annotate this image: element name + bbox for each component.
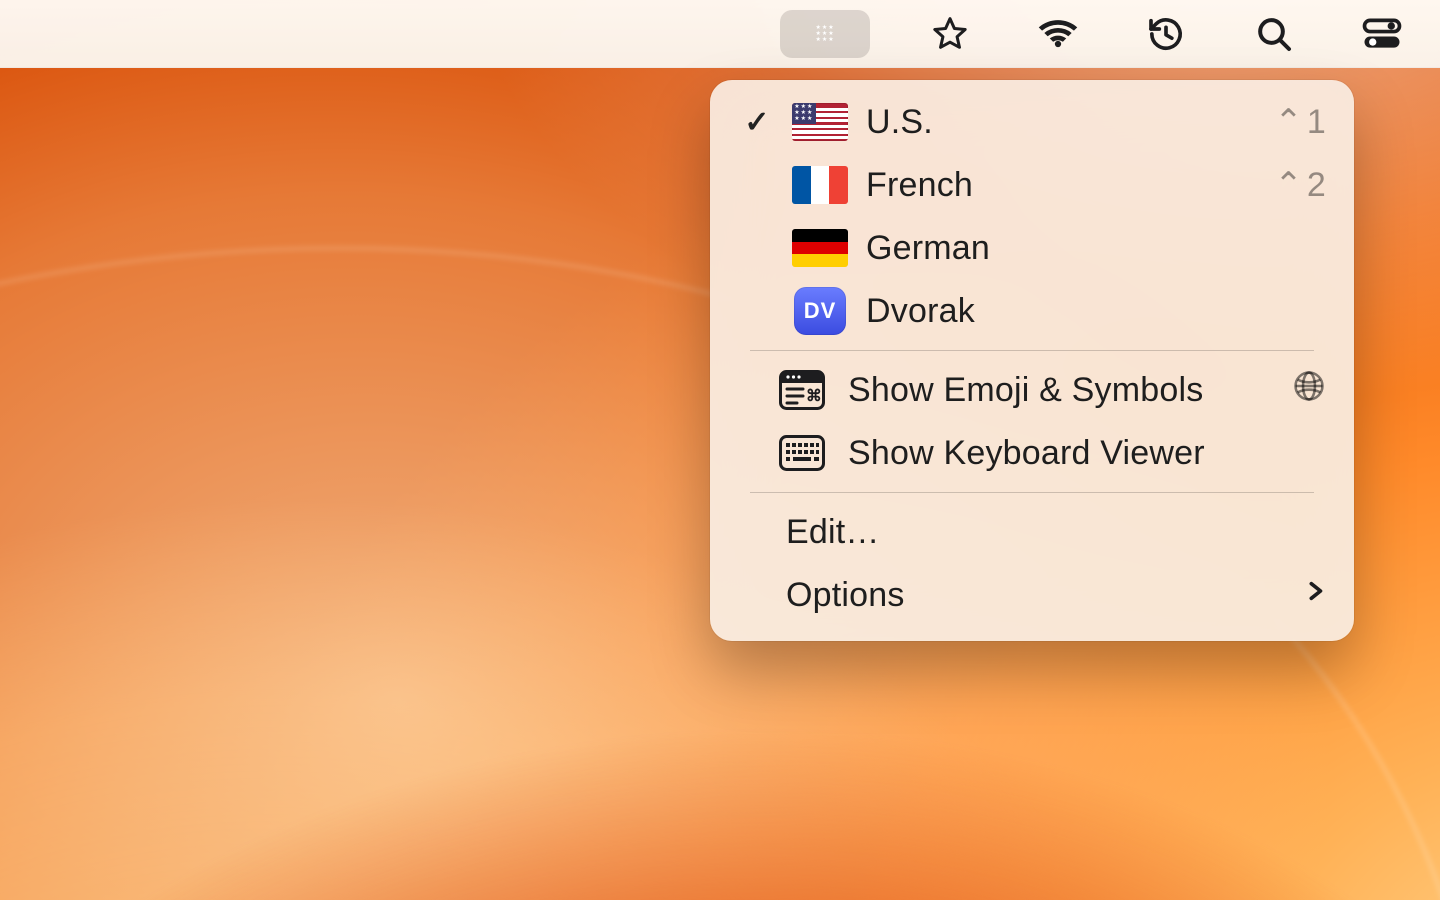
time-machine-menu-button[interactable]	[1138, 10, 1194, 58]
input-source-item-us[interactable]: ✓ ★★★★★★★★★ U.S. ⌃1	[718, 91, 1346, 153]
menu-item-label: Show Keyboard Viewer	[848, 434, 1326, 473]
clock-history-icon	[1146, 14, 1186, 54]
svg-text:⌘: ⌘	[806, 388, 822, 405]
options-submenu-item[interactable]: Options	[718, 564, 1346, 626]
menu-bar: ★★★★★★★★★	[0, 0, 1440, 68]
input-source-menu-button[interactable]: ★★★★★★★★★	[780, 10, 870, 58]
us-flag-icon: ★★★★★★★★★	[792, 103, 848, 141]
control-center-icon	[1361, 13, 1403, 55]
menu-item-label: Show Emoji & Symbols	[848, 371, 1274, 410]
input-source-label: German	[866, 229, 1308, 268]
input-source-item-dvorak[interactable]: DV Dvorak	[718, 280, 1346, 342]
menu-item-label: Edit…	[786, 513, 1326, 552]
control-center-menu-button[interactable]	[1354, 10, 1410, 58]
menu-separator	[750, 350, 1314, 351]
character-viewer-icon: ⌘	[774, 370, 830, 410]
fr-flag-icon	[792, 166, 848, 204]
spotlight-menu-button[interactable]	[1246, 10, 1302, 58]
menu-separator	[750, 492, 1314, 493]
keyboard-icon	[774, 435, 830, 471]
globe-icon	[1292, 369, 1326, 412]
input-source-label: French	[866, 166, 1256, 205]
de-flag-icon	[792, 229, 848, 267]
show-emoji-symbols-item[interactable]: ⌘ Show Emoji & Symbols	[718, 359, 1346, 421]
wifi-icon	[1037, 13, 1079, 55]
search-icon	[1254, 14, 1294, 54]
input-source-item-german[interactable]: German	[718, 217, 1346, 279]
show-keyboard-viewer-item[interactable]: Show Keyboard Viewer	[718, 422, 1346, 484]
input-source-item-french[interactable]: French ⌃2	[718, 154, 1346, 216]
favorites-menu-button[interactable]	[922, 10, 978, 58]
checkmark-icon: ✓	[740, 105, 774, 140]
input-source-label: Dvorak	[866, 292, 1308, 331]
input-source-dropdown: ✓ ★★★★★★★★★ U.S. ⌃1 French ⌃2 German	[710, 80, 1354, 641]
edit-input-sources-item[interactable]: Edit…	[718, 501, 1346, 563]
dvorak-badge-icon: DV	[792, 287, 848, 335]
chevron-right-icon	[1304, 576, 1326, 615]
keyboard-shortcut: ⌃2	[1274, 165, 1326, 205]
input-source-label: U.S.	[866, 103, 1256, 142]
star-icon	[930, 14, 970, 54]
wifi-menu-button[interactable]	[1030, 10, 1086, 58]
keyboard-shortcut: ⌃1	[1274, 102, 1326, 142]
menu-item-label: Options	[786, 576, 1286, 615]
